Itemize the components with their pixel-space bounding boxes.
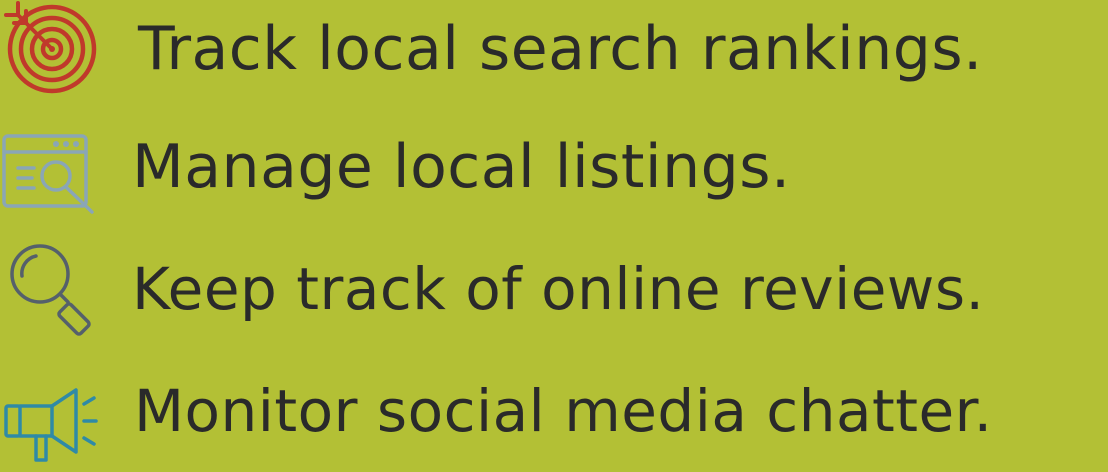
feature-item-local-listings: Manage local listings.	[0, 112, 1108, 222]
browser-search-icon	[0, 112, 110, 222]
megaphone-icon	[0, 356, 110, 466]
target-icon	[0, 0, 110, 104]
feature-text: Monitor social media chatter.	[134, 377, 993, 445]
magnifier-icon	[0, 234, 110, 344]
feature-item-search-rankings: Track local search rankings.	[0, 0, 1108, 104]
feature-text: Keep track of online reviews.	[132, 255, 985, 323]
feature-text: Track local search rankings.	[138, 14, 983, 84]
feature-item-social-media: Monitor social media chatter.	[0, 356, 1108, 466]
feature-list: Track local search rankings. Manage loca…	[0, 0, 1108, 472]
feature-text: Manage local listings.	[132, 132, 791, 202]
feature-item-online-reviews: Keep track of online reviews.	[0, 234, 1108, 344]
